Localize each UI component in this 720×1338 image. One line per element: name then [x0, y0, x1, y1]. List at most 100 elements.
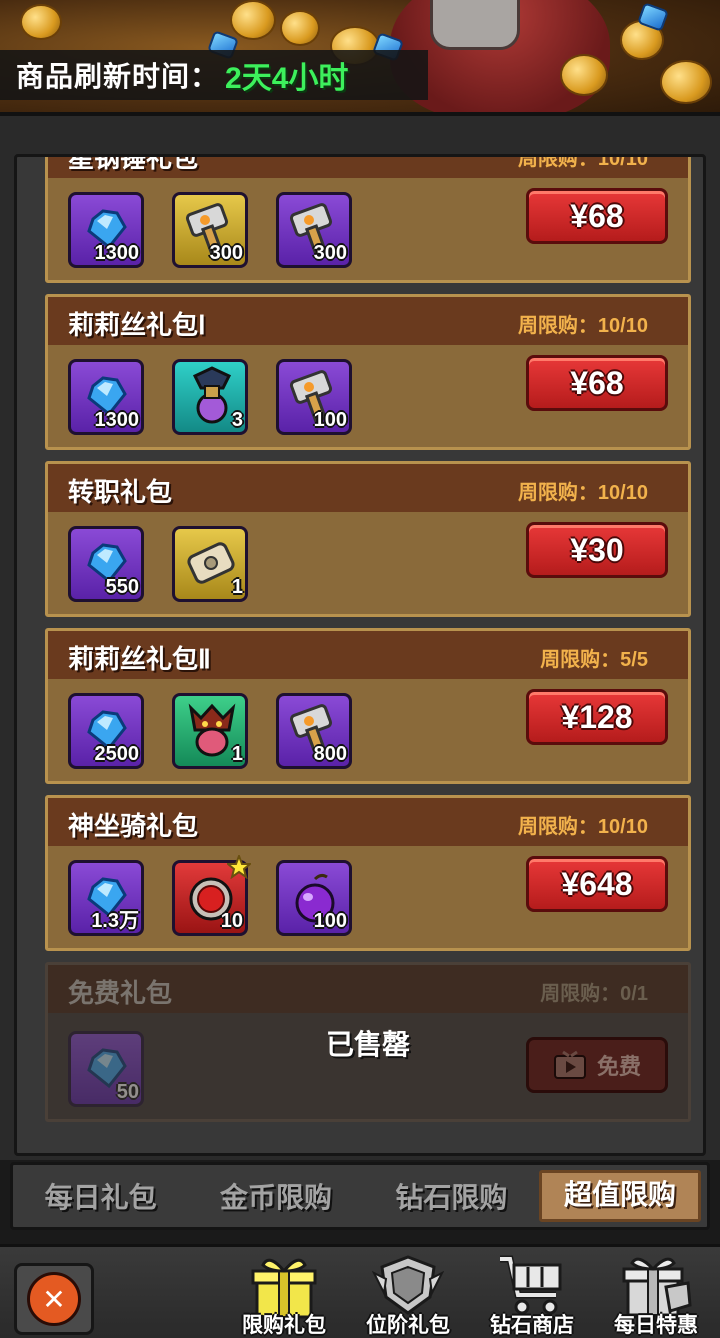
coin-icon	[660, 60, 712, 104]
pack-limit: 周限购：10/10	[517, 315, 648, 337]
pack-title: 免费礼包	[68, 978, 173, 1008]
treasure-banner: 商品刷新时间： 2天4小时	[0, 0, 720, 120]
tab-diamond-limited[interactable]: 钻石限购	[364, 1176, 539, 1216]
reward-item[interactable]: 1300	[68, 192, 144, 268]
pack-limit: 周限购：10/10	[517, 482, 648, 504]
star-icon	[227, 855, 251, 879]
scroll-icon	[187, 542, 235, 584]
item-count: 50	[116, 1081, 139, 1103]
pack-header: 免费礼包 周限购：0/1	[48, 965, 688, 1013]
nav-rank-pack[interactable]: 位阶礼包	[358, 1253, 458, 1338]
rank-badge-icon	[372, 1255, 444, 1315]
item-count: 100	[313, 910, 347, 932]
buy-button[interactable]: ¥648	[526, 856, 668, 912]
reward-item[interactable]: 550	[68, 526, 144, 602]
pack-card: 转职礼包 周限购：10/10 550 1 ¥30	[45, 461, 691, 617]
pack-list-viewport[interactable]: 星钢锤礼包 周限购：10/10 1300 300 300 ¥68 莉莉丝礼包Ⅰ …	[14, 154, 706, 1156]
pack-title: 莉莉丝礼包Ⅱ	[68, 644, 211, 674]
nav-limited-pack[interactable]: 限购礼包	[234, 1253, 334, 1338]
shopping-cart-icon	[500, 1255, 562, 1315]
pack-limit: 周限购：0/1	[540, 983, 648, 1005]
item-count: 3	[231, 409, 243, 431]
nav-daily-deal[interactable]: 每日特惠	[606, 1253, 706, 1338]
item-count: 1	[231, 576, 243, 598]
pack-title: 莉莉丝礼包Ⅰ	[68, 310, 206, 340]
nav-label: 位阶礼包	[366, 1314, 450, 1337]
reward-item[interactable]: 1	[172, 526, 248, 602]
nav-diamond-shop[interactable]: 钻石商店	[482, 1253, 582, 1338]
pack-card: 莉莉丝礼包Ⅰ 周限购：10/10 1300 3 100 ¥68	[45, 294, 691, 450]
free-button-label: 免费	[596, 1054, 641, 1079]
refresh-timer-bar: 商品刷新时间： 2天4小时	[0, 50, 428, 100]
buy-button[interactable]: ¥68	[526, 188, 668, 244]
item-count: 1.3万	[91, 910, 139, 932]
back-button[interactable]: ✕	[14, 1263, 94, 1335]
buy-button[interactable]: ¥128	[526, 689, 668, 745]
reward-item[interactable]: 1300	[68, 359, 144, 435]
item-count: 1300	[94, 409, 140, 431]
pack-header: 莉莉丝礼包Ⅱ 周限购：5/5	[48, 631, 688, 679]
buy-button[interactable]: ¥30	[526, 522, 668, 578]
nav-label: 钻石商店	[490, 1314, 574, 1337]
nav-label: 限购礼包	[242, 1314, 326, 1337]
pack-header: 神坐骑礼包 周限购：10/10	[48, 798, 688, 846]
item-count: 800	[313, 743, 347, 765]
item-count: 300	[209, 242, 243, 264]
coin-icon	[280, 10, 320, 46]
pack-limit: 周限购：10/10	[517, 816, 648, 838]
price-label: ¥648	[561, 865, 633, 902]
reward-item[interactable]: 300	[172, 192, 248, 268]
coin-icon	[560, 54, 608, 96]
refresh-timer-value: 2天4小时	[225, 62, 349, 95]
sale-gift-icon	[622, 1257, 692, 1317]
reward-item[interactable]: 10	[172, 855, 251, 936]
reward-item[interactable]: 3	[172, 359, 248, 435]
item-count: 550	[105, 576, 139, 598]
price-label: ¥30	[570, 531, 624, 568]
pack-title: 神坐骑礼包	[68, 811, 199, 841]
character-sleeve	[430, 0, 520, 50]
pack-header: 莉莉丝礼包Ⅰ 周限购：10/10	[48, 297, 688, 345]
price-label: ¥68	[570, 364, 624, 401]
pack-limit: 周限购：5/5	[540, 649, 648, 671]
item-count: 100	[313, 409, 347, 431]
coin-icon	[20, 4, 62, 40]
reward-item[interactable]: 800	[276, 693, 352, 769]
tab-value-limited[interactable]: 超值限购	[538, 1170, 701, 1222]
video-ad-icon	[553, 1050, 586, 1079]
pack-title: 星钢锤礼包	[68, 154, 199, 173]
item-count: 2500	[94, 743, 140, 765]
buy-button[interactable]: ¥68	[526, 355, 668, 411]
pack-header: 转职礼包 周限购：10/10	[48, 464, 688, 512]
refresh-timer-label: 商品刷新时间：	[16, 61, 220, 92]
category-tabs: 每日礼包 金币限购 钻石限购 超值限购	[10, 1162, 710, 1230]
pack-card: 神坐骑礼包 周限购：10/10 1.3万 10 100 ¥648	[45, 795, 691, 951]
tab-gold-limited[interactable]: 金币限购	[188, 1176, 363, 1216]
nav-label: 每日特惠	[614, 1314, 698, 1337]
pack-card-sold-out: 免费礼包 周限购：0/1 50 已售罄 免费	[45, 962, 691, 1122]
coin-icon	[230, 0, 276, 40]
reward-item[interactable]: 100	[276, 860, 352, 936]
reward-item[interactable]: 1.3万	[68, 860, 144, 936]
pack-title: 转职礼包	[68, 477, 173, 507]
item-count: 1	[231, 743, 243, 765]
reward-item[interactable]: 2500	[68, 693, 144, 769]
item-count: 300	[313, 242, 347, 264]
pack-limit: 周限购：10/10	[517, 154, 648, 170]
price-label: ¥68	[570, 197, 624, 234]
reward-item[interactable]: 1	[172, 693, 248, 769]
pack-card: 莉莉丝礼包Ⅱ 周限购：5/5 2500 1 800 ¥128	[45, 628, 691, 784]
tab-daily-pack[interactable]: 每日礼包	[13, 1176, 188, 1216]
crossed-swords-icon: ✕	[27, 1272, 81, 1326]
reward-item[interactable]: 300	[276, 192, 352, 268]
totem-icon	[192, 366, 232, 424]
pack-card: 星钢锤礼包 周限购：10/10 1300 300 300 ¥68	[45, 154, 691, 283]
pack-header: 星钢锤礼包 周限购：10/10	[48, 154, 688, 178]
reward-item[interactable]: 100	[276, 359, 352, 435]
price-label: ¥128	[561, 698, 633, 735]
free-claim-button: 免费	[526, 1037, 668, 1093]
item-count: 10	[220, 910, 243, 932]
bottom-nav: ✕ 限购礼包 位阶礼包 钻石商店 每日特惠	[0, 1244, 720, 1338]
shop-panel: 星钢锤礼包 周限购：10/10 1300 300 300 ¥68 莉莉丝礼包Ⅰ …	[0, 112, 720, 1160]
item-count: 1300	[94, 242, 140, 264]
